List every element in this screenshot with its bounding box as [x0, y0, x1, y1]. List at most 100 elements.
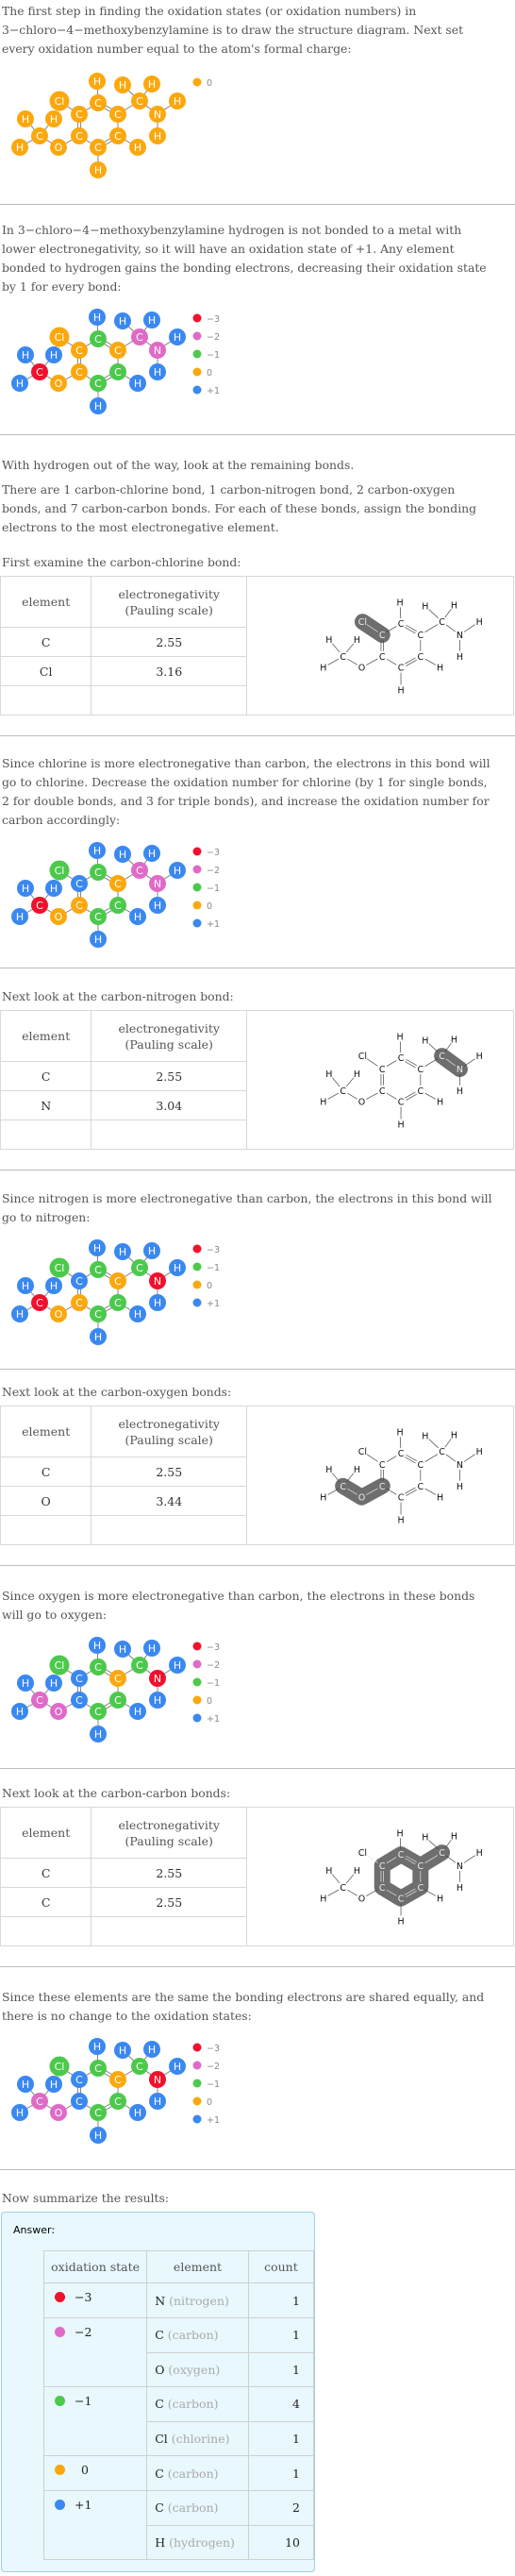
atom-label: H: [50, 883, 58, 895]
atom-label: N: [457, 631, 463, 641]
atom-label: C: [136, 1262, 143, 1274]
atom-label: H: [451, 600, 457, 611]
atom-label: H: [16, 378, 24, 390]
bond-line: [366, 1889, 378, 1896]
text-line: There are 1 carbon-chlorine bond, 1 carb…: [2, 482, 456, 497]
atom-label: Cl: [55, 331, 65, 344]
state-color-dot: [55, 2465, 65, 2475]
legend-dot: [192, 2114, 202, 2124]
atom-label: C: [75, 1297, 83, 1309]
atom-label: H: [154, 366, 161, 379]
atom-label: C: [94, 867, 102, 879]
double-bond-line: [405, 1487, 416, 1494]
cl-result-text: Since chlorine is more electronegative t…: [0, 754, 515, 830]
atom-label: H: [134, 2107, 141, 2119]
c-bond-diagram: H H HCl C C HC C NH HC C C HH O C HH: [320, 1828, 482, 1927]
text-line: there is no change to the oxidation stat…: [2, 2009, 252, 2023]
summary-row: −2 C (carbon) 1: [42, 2317, 315, 2353]
legend-dot: [192, 77, 202, 87]
atom-label: C: [398, 1492, 405, 1503]
value-cell: 2.55: [91, 627, 248, 657]
legend-label: +1: [207, 919, 220, 930]
atom-label: O: [55, 1706, 63, 1718]
bond-line: [386, 625, 397, 632]
atom-label: Cl: [55, 1262, 65, 1274]
atom-label: O: [358, 1894, 365, 1904]
header-element: element: [0, 1010, 92, 1062]
atom-label: Cl: [358, 1848, 367, 1859]
bond-line: [400, 1040, 402, 1052]
oxidation-state-cell: 0: [42, 2455, 148, 2491]
text-line: Since chlorine is more electronegative t…: [2, 756, 490, 770]
empty-cell: [91, 1120, 248, 1150]
bond-line: [366, 1453, 378, 1462]
legend-label: −2: [207, 1660, 220, 1671]
atom-label: H: [50, 1677, 58, 1690]
atom-label: C: [114, 2096, 122, 2108]
legend-label: +1: [207, 1714, 220, 1725]
c-result-section: Since these elements are the same the bo…: [0, 1967, 515, 2169]
legend-label: −3: [207, 314, 220, 325]
legend-dot: [192, 331, 202, 341]
answer-box: Answer: oxidation state element count −3…: [1, 2212, 315, 2572]
structure-diagram-after-cl: H H HCl C C HC C NH HC C C HH O C HH−3−2−10+1: [11, 842, 220, 948]
double-bond-line: [406, 659, 417, 666]
element-cell: Cl (chlorine): [146, 2420, 249, 2456]
atom-label: H: [437, 1492, 443, 1503]
legend-dot: [192, 918, 202, 928]
atom-label: N: [457, 1460, 463, 1471]
atom-label: O: [358, 663, 365, 673]
n-result-text: Since nitrogen is more electronegative t…: [0, 1189, 515, 1227]
hydrogen-section: In 3−chloro−4−methoxybenzylamine hydroge…: [0, 205, 515, 434]
double-bond-line: [405, 1060, 416, 1068]
state-color-dot: [55, 2500, 65, 2510]
value-cell: 2.55: [91, 1858, 248, 1888]
atom-label: C: [94, 1264, 102, 1276]
atom-label: C: [114, 130, 122, 143]
o-result-section: Since oxygen is more electronegative tha…: [0, 1566, 515, 1768]
bond-line: [463, 1453, 475, 1462]
atom-label: C: [94, 1661, 102, 1674]
atom-label: C: [379, 1460, 386, 1471]
atom-label: C: [114, 1673, 122, 1685]
atom-label: H: [154, 900, 161, 912]
atom-label: H: [154, 2096, 161, 2108]
atom-label: H: [397, 1427, 404, 1438]
oxidation-state-cell: [42, 2525, 148, 2560]
atom-label: Cl: [358, 1052, 367, 1062]
atom-label: O: [358, 1492, 365, 1503]
atom-label: H: [134, 1308, 141, 1321]
atom-label: C: [340, 651, 346, 662]
element-cell: C: [0, 1858, 92, 1888]
legend-dot: [192, 1677, 202, 1687]
c-result-text: Since these elements are the same the bo…: [0, 1988, 515, 2026]
header-electronegativity: electronegativity (Pauling scale): [91, 1807, 248, 1859]
text-line: lower electronegativity, so it will have…: [2, 242, 455, 256]
text-line: In 3−chloro−4−methoxybenzylamine hydroge…: [2, 223, 462, 237]
atom-label: C: [379, 1882, 386, 1893]
atom-label: C: [418, 1086, 424, 1096]
atom-label: C: [94, 378, 102, 390]
atom-label: H: [16, 2107, 24, 2119]
double-bond-line: [405, 1456, 416, 1463]
atom-label: H: [325, 1865, 332, 1876]
atom-label: C: [94, 1308, 102, 1321]
atom-label: H: [437, 1097, 443, 1107]
summary-row: +1 C (carbon) 2: [42, 2490, 315, 2526]
count-cell: 1: [247, 2351, 315, 2387]
legend-dot: [192, 1298, 202, 1307]
header-oxidation-state: oxidation state: [42, 2250, 148, 2283]
header-element: element: [0, 576, 92, 628]
legend-dot: [192, 367, 202, 377]
atom-label: H: [16, 911, 24, 923]
legend-label: −1: [207, 350, 220, 361]
text-line: bonds, and 7 carbon-carbon bonds. For ea…: [2, 501, 477, 515]
legend-dot: [192, 1713, 202, 1723]
header-element: element: [146, 2250, 249, 2283]
empty-cell: [91, 685, 248, 716]
atom-label: C: [114, 2074, 122, 2086]
count-cell: 1: [247, 2455, 315, 2491]
structure-diagram-final: H H HCl C C HC C NH HC C C HH O C HH−3−2−10+1: [11, 2038, 220, 2144]
bond-line: [428, 1839, 439, 1849]
summary-intro: Now summarize the results:: [2, 2191, 170, 2205]
